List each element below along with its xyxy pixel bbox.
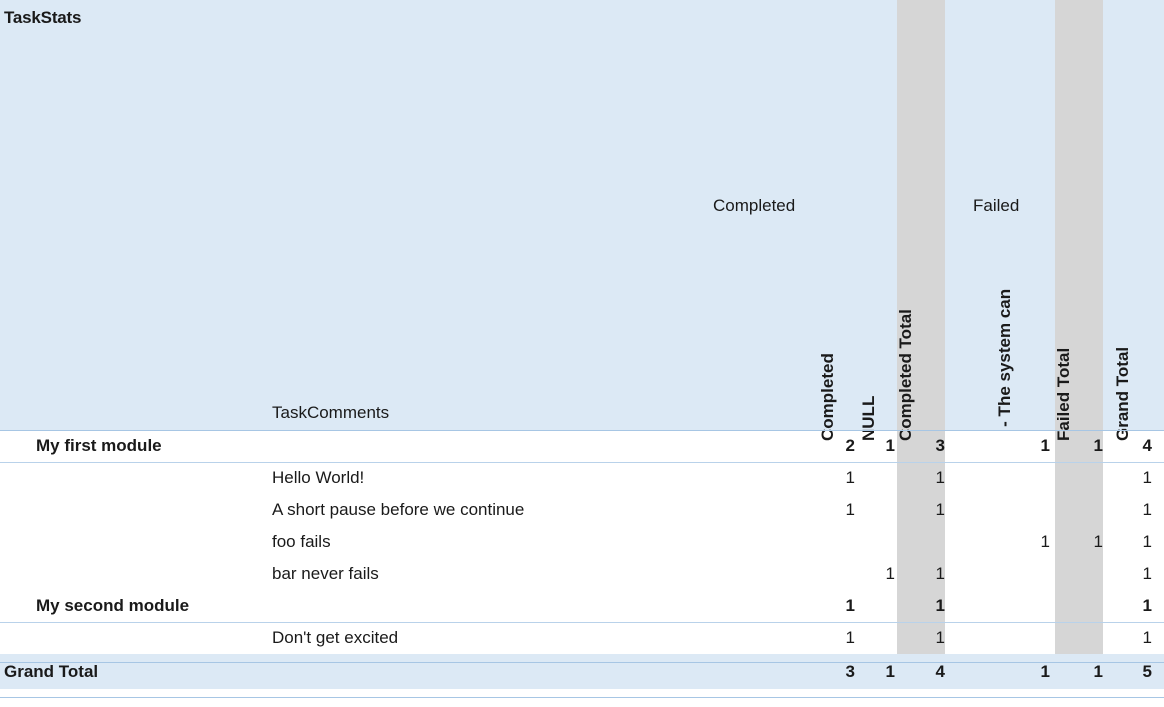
- table-row[interactable]: My first module 2 1 3 1 1 4: [0, 430, 1164, 462]
- pivot-body: My first module 2 1 3 1 1 4 Hello World! 1 1 1 A sh…: [0, 430, 1164, 689]
- row-comment-label: A short pause before we continue: [272, 500, 525, 519]
- cell-null: [855, 526, 895, 558]
- grand-total-row[interactable]: Grand Total 3 1 4 1 1 5: [0, 654, 1164, 689]
- grand-total-cell-completed: 3: [845, 662, 855, 681]
- cell-null: 1: [885, 436, 895, 455]
- cell-grand-total: 1: [1142, 596, 1152, 615]
- cell-completed-total: 1: [935, 564, 945, 583]
- row-comment-label: foo fails: [272, 532, 331, 551]
- cell-completed-total: 3: [935, 436, 945, 455]
- column-group-completed: Completed: [713, 196, 796, 215]
- cell-grand-total: 1: [1142, 628, 1152, 647]
- table-row[interactable]: My second module 1 1 1: [0, 590, 1164, 622]
- grand-total-top-rule: [0, 662, 1164, 663]
- cell-system: [960, 462, 1050, 494]
- cell-grand-total: 1: [1142, 564, 1152, 583]
- row-module-label: My first module: [36, 436, 162, 455]
- cell-grand-total: 1: [1142, 468, 1152, 487]
- module-2-bottom-rule: [0, 622, 1164, 623]
- cell-grand-total: 4: [1142, 436, 1152, 455]
- grand-total-cell-completed-total: 4: [935, 662, 945, 681]
- cell-system: [960, 590, 1050, 622]
- cell-completed-total: 1: [935, 596, 945, 615]
- cell-failed-total: 1: [1093, 436, 1103, 455]
- cell-completed-total: 1: [935, 628, 945, 647]
- grand-total-cell-null: 1: [885, 662, 895, 681]
- cell-system: [960, 494, 1050, 526]
- cell-null: [855, 590, 895, 622]
- column-header-completed-total: Completed Total: [896, 309, 915, 441]
- cell-null: 1: [885, 564, 895, 583]
- cell-failed-total: [1055, 558, 1103, 590]
- grand-total-cell-failed-total: 1: [1093, 662, 1103, 681]
- module-1-bottom-rule: [0, 462, 1164, 463]
- pivot-table: TaskStats Completed Failed Completed Tot…: [0, 0, 1164, 707]
- cell-system: 1: [1040, 532, 1050, 551]
- row-field-header: TaskComments: [272, 403, 390, 422]
- table-row[interactable]: foo fails 1 1 1: [0, 526, 1164, 558]
- column-header-failed-member: 2 - The system can: [997, 288, 1014, 430]
- column-header-grand-total: Grand Total: [1113, 346, 1132, 441]
- cell-failed-total: [1055, 462, 1103, 494]
- cell-completed: [790, 526, 855, 558]
- cell-completed: 1: [845, 500, 855, 519]
- cell-failed-total: [1055, 590, 1103, 622]
- grand-total-label: Grand Total: [4, 662, 99, 681]
- cell-system: [960, 622, 1050, 654]
- cell-failed-total: 1: [1093, 532, 1103, 551]
- column-header-failed-member-clip: 2 - The system can: [997, 0, 1023, 430]
- table-row[interactable]: Hello World! 1 1 1: [0, 462, 1164, 494]
- row-comment-label: bar never fails: [272, 564, 379, 583]
- table-row[interactable]: A short pause before we continue 1 1 1: [0, 494, 1164, 526]
- page-title: TaskStats: [4, 8, 82, 27]
- cell-grand-total: 1: [1142, 532, 1152, 551]
- cell-failed-total: [1055, 622, 1103, 654]
- grand-total-cell-grand-total: 5: [1142, 662, 1152, 681]
- cell-completed-total: [897, 526, 945, 558]
- cell-null: [855, 622, 895, 654]
- cell-completed-total: 1: [935, 500, 945, 519]
- cell-null: [855, 462, 895, 494]
- cell-system: 1: [1040, 436, 1050, 455]
- cell-completed-total: 1: [935, 468, 945, 487]
- cell-failed-total: [1055, 494, 1103, 526]
- cell-completed: 1: [845, 596, 855, 615]
- cell-null: [855, 494, 895, 526]
- cell-completed: 2: [845, 436, 855, 455]
- cell-grand-total: 1: [1142, 500, 1152, 519]
- cell-system: [960, 558, 1050, 590]
- column-header-failed-total: Failed Total: [1054, 347, 1073, 441]
- grand-total-bottom-rule: [0, 697, 1164, 698]
- header-bottom-rule: [0, 430, 1164, 431]
- cell-completed: 1: [845, 628, 855, 647]
- row-comment-label: Don't get excited: [272, 628, 399, 647]
- table-row[interactable]: bar never fails 1 1 1: [0, 558, 1164, 590]
- row-comment-label: Hello World!: [272, 468, 365, 487]
- grand-total-cell-system: 1: [1040, 662, 1050, 681]
- table-row[interactable]: Don't get excited 1 1 1: [0, 622, 1164, 654]
- column-header-completed-member: Completed: [818, 353, 837, 441]
- row-module-label: My second module: [36, 596, 190, 615]
- cell-completed: 1: [845, 468, 855, 487]
- cell-completed: [790, 558, 855, 590]
- pivot-header: TaskStats Completed Failed Completed Tot…: [0, 0, 1164, 441]
